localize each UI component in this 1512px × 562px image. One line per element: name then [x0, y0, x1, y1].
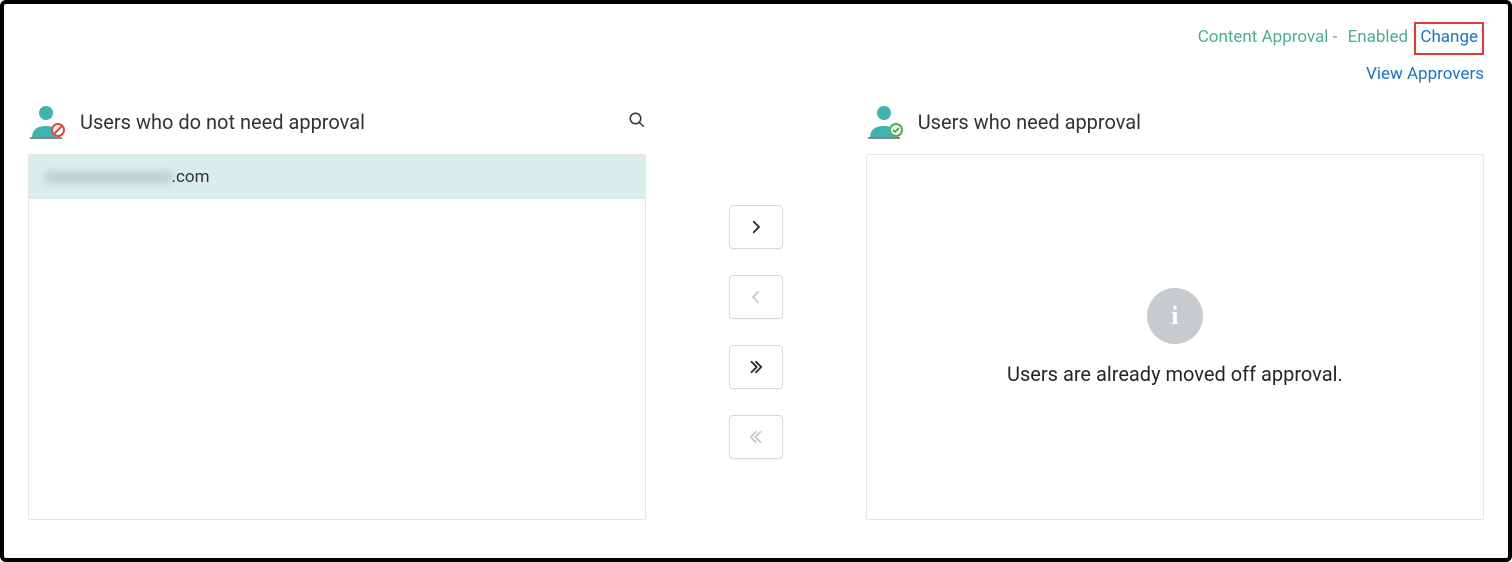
user-masked-part: xxxxxxxxxxxxxxx — [45, 167, 172, 187]
panel-need-approval-title: Users who need approval — [918, 110, 1141, 134]
change-link[interactable]: Change — [1414, 22, 1484, 55]
search-icon — [628, 111, 646, 129]
move-all-right-button[interactable] — [729, 345, 783, 389]
no-approval-user-list: xxxxxxxxxxxxxxx.com — [28, 154, 646, 520]
status-value: Enabled — [1348, 27, 1409, 47]
empty-state-message: Users are already moved off approval. — [1007, 362, 1343, 386]
double-chevron-right-icon — [747, 358, 765, 376]
move-left-button[interactable] — [729, 275, 783, 319]
user-blocked-icon — [28, 104, 68, 140]
approval-status-line: Content Approval - Enabled Change — [1198, 22, 1484, 55]
chevron-left-icon — [747, 288, 765, 306]
chevron-right-icon — [747, 218, 765, 236]
panel-need-approval: Users who need approval i Users are alre… — [866, 104, 1484, 520]
status-prefix: Content Approval - — [1198, 27, 1338, 47]
content-approval-screen: Content Approval - Enabled Change View A… — [0, 0, 1512, 562]
search-button[interactable] — [628, 111, 646, 133]
list-item[interactable]: xxxxxxxxxxxxxxx.com — [29, 155, 645, 199]
view-approvers-link[interactable]: View Approvers — [1366, 61, 1484, 88]
panel-no-approval: Users who do not need approval xxxxxxxxx… — [28, 104, 646, 520]
panel-need-approval-header: Users who need approval — [866, 104, 1484, 154]
need-approval-empty-state: i Users are already moved off approval. — [866, 154, 1484, 520]
panel-no-approval-header: Users who do not need approval — [28, 104, 646, 154]
move-right-button[interactable] — [729, 205, 783, 249]
mover-column — [646, 104, 865, 520]
double-chevron-left-icon — [747, 428, 765, 446]
user-suffix: .com — [172, 167, 210, 187]
panels-row: Users who do not need approval xxxxxxxxx… — [28, 104, 1484, 520]
move-all-left-button[interactable] — [729, 415, 783, 459]
panel-no-approval-title: Users who do not need approval — [80, 110, 365, 134]
user-check-icon — [866, 104, 906, 140]
info-icon: i — [1147, 288, 1203, 344]
top-links: Content Approval - Enabled Change View A… — [1198, 22, 1484, 88]
